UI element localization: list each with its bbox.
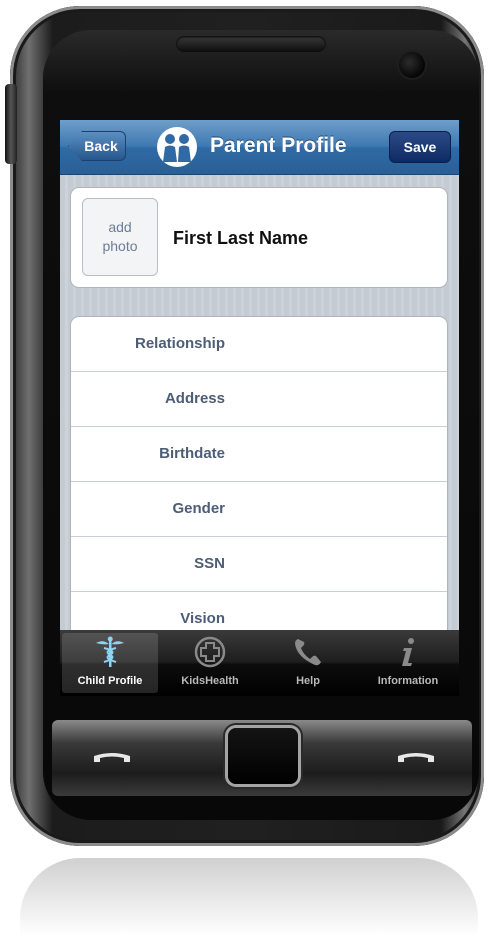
field-label: Vision [180, 610, 225, 627]
tab-bar: Child Profile KidsHealth Help Informatio… [60, 630, 459, 696]
field-label: Birthdate [159, 445, 225, 462]
tab-label: KidsHealth [181, 675, 239, 687]
field-label: Relationship [134, 335, 225, 352]
navigation-bar: Back Parent Profile Save [60, 120, 459, 175]
field-label: Gender [172, 500, 225, 517]
field-row-gender[interactable]: Gender [71, 482, 447, 537]
name-card: add photo First Last Name [70, 187, 448, 288]
add-photo-label-line2: photo [102, 238, 138, 254]
tab-label: Child Profile [77, 675, 143, 687]
parent-child-logo-icon [157, 127, 197, 167]
medical-cross-icon [194, 636, 226, 668]
fields-card: Relationship Address Birthdate Gender SS… [70, 316, 448, 648]
field-row-relationship[interactable]: Relationship [71, 317, 447, 372]
front-camera [399, 52, 425, 78]
page-title: Parent Profile [210, 134, 347, 157]
tab-kidshealth[interactable]: KidsHealth [162, 633, 258, 693]
tab-label: Help [296, 675, 320, 687]
end-call-key-icon[interactable] [396, 748, 436, 768]
field-label: Address [164, 390, 225, 407]
add-photo-label-line1: add [108, 219, 132, 235]
phone-reflection [20, 858, 478, 936]
add-photo-button[interactable]: add photo [82, 198, 158, 276]
profile-content: add photo First Last Name Relationship A… [60, 175, 459, 648]
caduceus-icon [96, 636, 124, 667]
tab-help[interactable]: Help [260, 633, 356, 693]
info-icon [402, 638, 414, 666]
home-button[interactable] [228, 728, 298, 784]
field-label: SSN [194, 555, 225, 572]
field-row-ssn[interactable]: SSN [71, 537, 447, 592]
save-button[interactable]: Save [389, 131, 451, 163]
field-row-address[interactable]: Address [71, 372, 447, 427]
tab-information[interactable]: Information [360, 633, 456, 693]
back-button[interactable]: Back [68, 131, 126, 161]
call-key-icon[interactable] [92, 748, 132, 768]
field-row-birthdate[interactable]: Birthdate [71, 427, 447, 482]
volume-button[interactable] [5, 84, 17, 164]
tab-label: Information [377, 675, 439, 687]
phone-icon [295, 639, 321, 666]
tab-child-profile[interactable]: Child Profile [62, 633, 158, 693]
earpiece-speaker [176, 36, 326, 52]
profile-name[interactable]: First Last Name [173, 228, 308, 249]
phone-screen: Back Parent Profile Save add photo First… [60, 120, 459, 696]
